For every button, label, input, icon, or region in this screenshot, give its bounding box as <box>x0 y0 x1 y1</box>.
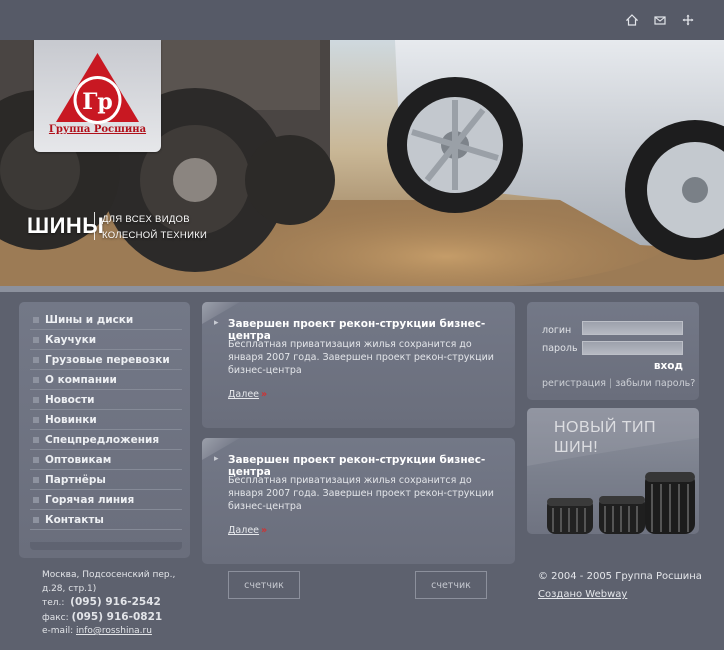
contact-address: Москва, Подсосенский пер., д.28, стр.1) … <box>42 569 175 639</box>
logo-caption: Группа Росшина <box>48 124 147 135</box>
mail-icon[interactable] <box>654 14 666 26</box>
fax-row: факс: (095) 916-0821 <box>42 611 175 626</box>
bullet-icon <box>33 316 39 323</box>
email-label: e-mail: <box>42 626 74 636</box>
nav-item-label: Контакты <box>45 513 104 526</box>
hero-banner: Гр Группа Росшина ШИНЫ ДЛЯ ВСЕХ ВИДОВ КО… <box>0 40 724 286</box>
hero-divider-strip <box>0 286 724 292</box>
news-text: Бесплатная приватизация жилья сохранится… <box>228 475 494 512</box>
logo[interactable]: Гр Группа Росшина <box>34 40 161 152</box>
hero-subtitle: ДЛЯ ВСЕХ ВИДОВ КОЛЕСНОЙ ТЕХНИКИ <box>102 212 207 244</box>
nav-item-label: Каучуки <box>45 333 97 346</box>
nav-item-hotline[interactable]: Горячая линия <box>30 490 182 510</box>
promo-banner[interactable]: НОВЫЙ ТИП ШИН! <box>527 408 699 534</box>
login-links: регистрация | забыли пароль? <box>542 378 695 389</box>
top-bar <box>0 0 724 40</box>
bullet-icon <box>33 416 39 423</box>
nav-item-label: Новости <box>45 393 95 406</box>
email-row: e-mail: info@rosshina.ru <box>42 625 175 639</box>
nav-item-rubber[interactable]: Каучуки <box>30 330 182 350</box>
nav-item-label: Горячая линия <box>45 493 135 506</box>
bullet-icon <box>33 356 39 363</box>
password-input[interactable] <box>582 341 683 355</box>
forgot-password-link[interactable]: забыли пароль? <box>615 378 695 389</box>
phone-label: тел.: <box>42 598 65 608</box>
bullet-icon <box>33 376 39 383</box>
bullet-icon <box>33 456 39 463</box>
counter-box[interactable]: счетчик <box>228 571 300 599</box>
nav-item-contacts[interactable]: Контакты <box>30 510 182 530</box>
phone-value: (095) 916-2542 <box>70 596 161 608</box>
password-label: пароль <box>542 343 578 354</box>
bullet-icon <box>33 516 39 523</box>
news-item: ▸ Завершен проект рекон-струкции бизнес-… <box>202 302 515 428</box>
bullet-icon <box>33 496 39 503</box>
nav-item-special-offers[interactable]: Спецпредложения <box>30 430 182 450</box>
main-nav: Шины и диски Каучуки Грузовые перевозки … <box>19 302 190 558</box>
nav-item-about[interactable]: О компании <box>30 370 182 390</box>
nav-item-wholesale[interactable]: Оптовикам <box>30 450 182 470</box>
hero-title: ШИНЫ <box>27 213 105 238</box>
nav-item-partners[interactable]: Партнёры <box>30 470 182 490</box>
fax-label: факс: <box>42 612 69 623</box>
nav-item-label: Спецпредложения <box>45 433 160 446</box>
nav-item-label: Оптовикам <box>45 453 112 466</box>
nav-item-label: Новинки <box>45 413 97 426</box>
address-line1: Москва, Подсосенский пер., <box>42 570 176 580</box>
login-submit-button[interactable]: вход <box>654 360 683 372</box>
double-arrow-icon: » <box>261 389 268 400</box>
chevron-right-icon: ▸ <box>214 454 219 464</box>
chevron-right-icon: ▸ <box>214 318 219 328</box>
nav-item-label: Шины и диски <box>45 313 134 326</box>
link-separator: | <box>609 378 613 389</box>
bullet-icon <box>33 396 39 403</box>
nav-item-news[interactable]: Новости <box>30 390 182 410</box>
login-form: логин пароль вход регистрация | забыли пар… <box>527 302 699 400</box>
bullet-icon <box>33 336 39 343</box>
register-link[interactable]: регистрация <box>542 378 606 389</box>
nav-item-label: Грузовые перевозки <box>45 353 170 366</box>
hero-subtitle-line1: ДЛЯ ВСЕХ ВИДОВ <box>102 214 190 225</box>
news-text: Бесплатная приватизация жилья сохранится… <box>228 339 494 376</box>
bullet-icon <box>33 436 39 443</box>
tires-image <box>527 408 699 534</box>
nav-item-label: Партнёры <box>45 473 106 486</box>
copyright-block: © 2004 - 2005 Группа Росшина Создано Web… <box>538 568 702 604</box>
counter-box[interactable]: счетчик <box>415 571 487 599</box>
home-icon[interactable] <box>625 14 639 26</box>
fax-value: (095) 916-0821 <box>71 610 163 623</box>
news-more-link[interactable]: Далее <box>228 389 259 400</box>
nav-item-freight[interactable]: Грузовые перевозки <box>30 350 182 370</box>
bullet-icon <box>33 476 39 483</box>
top-icons <box>625 14 694 26</box>
nav-item-tires[interactable]: Шины и диски <box>30 310 182 330</box>
copyright-text: © 2004 - 2005 Группа Росшина <box>538 571 702 582</box>
nav-item-label: О компании <box>45 373 117 386</box>
phone-row: тел.: (095) 916-2542 <box>42 596 175 611</box>
hero-subtitle-line2: КОЛЕСНОЙ ТЕХНИКИ <box>102 230 208 241</box>
logo-emblem: Гр <box>56 53 139 124</box>
email-link[interactable]: info@rosshina.ru <box>76 626 152 636</box>
logo-monogram: Гр <box>82 89 113 115</box>
hero-divider <box>94 212 95 240</box>
nav-footer-bar <box>30 542 182 550</box>
news-more-link[interactable]: Далее <box>228 525 259 536</box>
news-item: ▸ Завершен проект рекон-струкции бизнес-… <box>202 438 515 564</box>
nav-item-new-products[interactable]: Новинки <box>30 410 182 430</box>
login-input[interactable] <box>582 321 683 335</box>
sitemap-icon[interactable] <box>682 14 694 26</box>
address-line2: д.28, стр.1) <box>42 583 97 594</box>
login-label: логин <box>542 325 572 336</box>
credit-link[interactable]: Создано Webway <box>538 589 627 600</box>
double-arrow-icon: » <box>261 525 268 536</box>
